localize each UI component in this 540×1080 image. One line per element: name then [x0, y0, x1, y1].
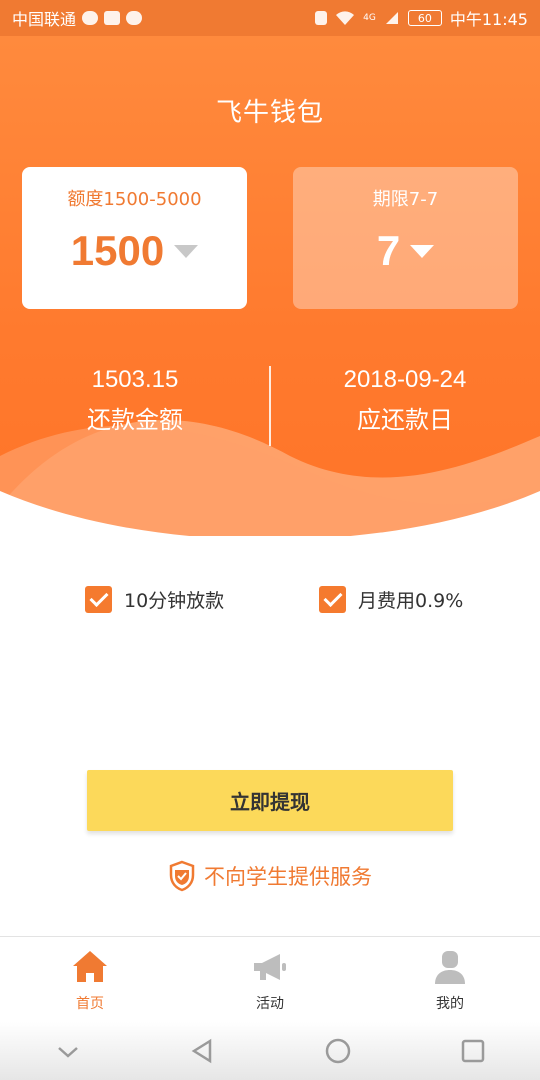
summary-divider	[269, 366, 271, 446]
chevron-down-icon[interactable]	[53, 1036, 83, 1066]
tab-label: 首页	[76, 996, 104, 1012]
option-monthly-fee[interactable]: 月费用0.9%	[319, 586, 463, 613]
home-icon	[73, 951, 107, 982]
amount-selector[interactable]: 额度1500-5000 1500	[22, 167, 247, 309]
shield-check-icon	[169, 860, 195, 892]
hero-header: 飞牛钱包 额度1500-5000 1500 期限7-7 7 1503.15 还款…	[0, 36, 540, 536]
loan-options: 10分钟放款 月费用0.9%	[0, 586, 540, 616]
bottom-tab-bar: 首页 活动 我的	[0, 936, 540, 1022]
battery-icon: 60	[407, 10, 442, 26]
message-notification-icon	[82, 11, 99, 25]
tab-label: 活动	[256, 996, 284, 1012]
student-notice: 不向学生提供服务	[0, 860, 540, 892]
megaphone-icon	[254, 954, 286, 980]
amount-value: 1500	[70, 227, 165, 274]
wechat-notification-icon	[126, 11, 143, 25]
status-bar: 中国联通 4G 60 中午11:45	[0, 0, 540, 36]
tab-label: 我的	[436, 996, 464, 1012]
notice-text: 不向学生提供服务	[204, 865, 372, 889]
repayment-summary: 1503.15 还款金额 2018-09-24 应还款日	[0, 366, 540, 448]
repay-amount-value: 1503.15	[91, 366, 179, 393]
due-date-value: 2018-09-24	[343, 366, 467, 393]
carrier-label: 中国联通	[12, 10, 77, 29]
recent-apps-icon[interactable]	[458, 1036, 488, 1066]
network-type-label: 4G	[363, 13, 376, 23]
app-notification-icon	[104, 11, 121, 25]
repay-amount-label: 还款金额	[87, 406, 183, 434]
option-fast-disbursement[interactable]: 10分钟放款	[85, 586, 224, 613]
system-nav-bar	[0, 1022, 540, 1080]
chevron-down-icon	[410, 244, 435, 258]
term-selector[interactable]: 期限7-7 7	[293, 167, 518, 309]
option-label: 月费用0.9%	[358, 590, 464, 612]
app-title: 飞牛钱包	[215, 98, 324, 128]
home-circle-icon[interactable]	[323, 1036, 353, 1066]
chevron-down-icon	[174, 244, 199, 258]
checkbox-checked-icon[interactable]	[319, 586, 346, 613]
tab-activity[interactable]: 活动	[180, 937, 360, 1022]
vibrate-icon	[315, 11, 328, 25]
wifi-icon	[336, 11, 355, 25]
tab-home[interactable]: 首页	[0, 937, 180, 1022]
tab-mine[interactable]: 我的	[360, 937, 540, 1022]
back-icon[interactable]	[188, 1036, 218, 1066]
due-date-label: 应还款日	[357, 406, 453, 434]
checkbox-checked-icon[interactable]	[85, 586, 112, 613]
signal-icon	[385, 12, 398, 24]
person-icon	[435, 951, 465, 984]
term-range-label: 期限7-7	[372, 189, 439, 210]
amount-range-label: 额度1500-5000	[67, 189, 202, 210]
withdraw-button[interactable]: 立即提现	[87, 770, 453, 831]
term-value: 7	[376, 227, 401, 274]
option-label: 10分钟放款	[124, 590, 225, 612]
clock-label: 中午11:45	[449, 10, 528, 29]
